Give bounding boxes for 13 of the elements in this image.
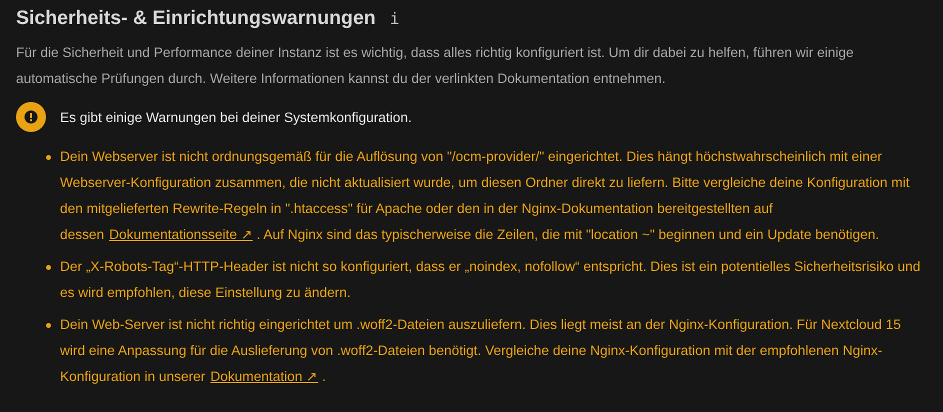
warning-text: Dein Webserver ist nicht ordnungsgemäß für die Auflösung von "/ocm-provider/" eingerichtet. Dies hängt höchstwahrscheinlich mit einer Webserver-Konfiguration zusammen, die nicht aktualisiert wurde, um diesen Ordner direkt zu liefern. Bitte vergleiche deine Konfiguration mit den mitgelieferten Rewrite-Regeln in ".htaccess" für Apache oder den in der Nginx-Dokumentation bereitgestellten auf dessen Dokumentationsseite ↗ . Auf Nginx sind das typischerweise die Zeilen, die mit "location ~" beginnen und ein Update benötigen. [60, 148, 911, 244]
warning-text: Dein Web-Server ist nicht richtig eingerichtet um .woff2-Dateien auszuliefern. Dies liegt meist an der Nginx-Konfiguration. Für Nextcloud 15 wird eine Anpassung für die Auslieferung von .woff2-Dateien benötigt. Vergleiche deine Nginx-Konfiguration mit der empfohlenen Nginx-Konfiguration in unserer Dokumentation ↗ . [60, 316, 902, 386]
section-title: Sicherheits- & Einrichtungswarnungen [16, 6, 376, 30]
documentation-link[interactable]: Dokumentationsseite ↗ [109, 227, 253, 242]
status-message: Es gibt einige Warnungen bei deiner Systemkonfiguration. [60, 110, 412, 124]
bullet-icon [46, 265, 51, 270]
warning-icon [16, 102, 46, 132]
info-link[interactable]: i [390, 8, 400, 28]
bullet-icon [46, 155, 51, 160]
warning-text: Der „X-Robots-Tag“-HTTP-Header ist nicht so konfiguriert, dass er „noindex, nofollow“ entspricht. Dies ist ein potentielles Sicherheitsrisiko und es wird empfohlen, diese Einstellung zu ändern. [60, 258, 922, 302]
intro-text: Für die Sicherheit und Performance deiner Instanz ist es wichtig, dass alles richtig konfiguriert ist. Um dir dabei zu helfen, führen wir einige automatische Prüfungen durch. Weitere Informationen kannst du der verlinkten Dokumentation entnehmen. [16, 44, 855, 88]
bullet-icon [46, 323, 51, 328]
documentation-link[interactable]: Dokumentation ↗ [210, 369, 318, 384]
